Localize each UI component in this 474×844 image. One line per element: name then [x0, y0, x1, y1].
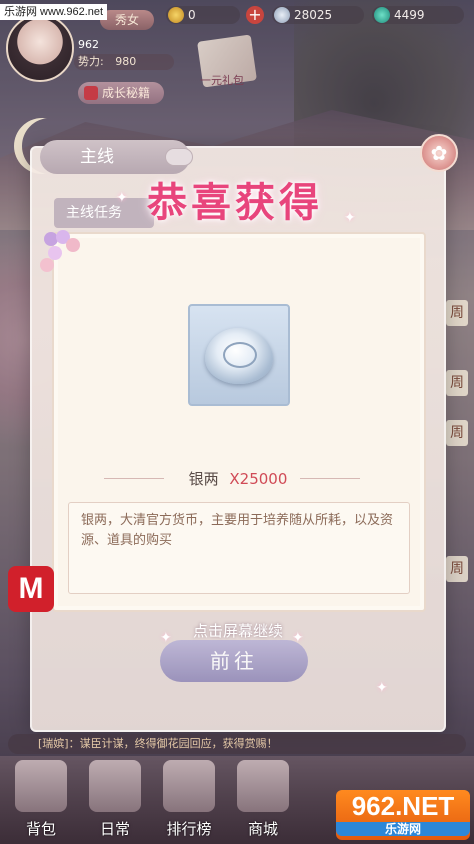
bag-icon — [15, 760, 67, 812]
tab-toggle[interactable] — [165, 148, 193, 166]
watermark-main: 962.NET — [351, 791, 455, 821]
nav-label: 日常 — [99, 820, 130, 838]
nav-label: 背包 — [25, 820, 56, 838]
growth-guide-label: 成长秘籍 — [102, 86, 151, 100]
power-value: 980 — [115, 55, 137, 68]
continue-hint[interactable]: 点击屏幕继续 — [150, 620, 326, 641]
shop-icon — [237, 760, 289, 812]
gold-coin-icon — [168, 7, 184, 23]
side-tag[interactable]: 周 — [446, 420, 468, 446]
news-ticker: [瑞嫔]：谋臣计谋，终得御花园回应，获得赏赐！ — [8, 734, 466, 754]
sparkle-icon: ✦ — [376, 680, 388, 696]
silver-ingot-icon — [205, 328, 273, 384]
growth-guide-button[interactable]: 成长秘籍 — [78, 82, 164, 104]
power-bar: 势力: 980 — [74, 54, 174, 70]
close-icon: ✿ — [430, 141, 448, 165]
watermark-sub: 乐游网 — [336, 822, 470, 836]
jade-icon — [374, 7, 390, 23]
scroll-icon — [89, 760, 141, 812]
close-button[interactable]: ✿ — [420, 134, 458, 172]
go-button[interactable]: 前往 — [160, 640, 308, 682]
reward-title: 恭喜获得 — [147, 179, 323, 226]
side-tag[interactable]: 周 — [446, 300, 468, 326]
item-slot — [188, 304, 290, 406]
growth-guide-icon — [84, 86, 98, 100]
player-id: 962 — [78, 38, 99, 51]
gold-counter: 0 — [166, 6, 240, 24]
nav-label: 排行榜 — [166, 820, 212, 838]
nav-shop[interactable]: 商城 — [228, 760, 298, 840]
ranking-icon — [163, 760, 215, 812]
jade-value: 4499 — [394, 8, 425, 22]
add-gold-button[interactable]: + — [246, 6, 264, 24]
side-tag[interactable]: 周 — [446, 370, 468, 396]
gold-value: 0 — [188, 8, 196, 22]
m-logo-icon: M — [8, 566, 54, 612]
silver-value: 28025 — [294, 8, 333, 22]
gift-pack-label: 一元礼包 — [200, 74, 244, 87]
item-quantity: X25000 — [229, 470, 288, 488]
side-tag[interactable]: 周 — [446, 556, 468, 582]
silver-counter: 28025 — [272, 6, 364, 24]
watermark-top-left: 乐游网 www.962.net — [0, 4, 108, 20]
watermark-bottom-right: 962.NET 乐游网 — [336, 790, 470, 840]
rank-badge: 秀女 — [100, 10, 154, 30]
item-name: 银两 — [188, 470, 219, 488]
flower-decoration-icon — [40, 230, 86, 272]
nav-label: 商城 — [247, 820, 278, 838]
sparkle-icon: ✦ — [116, 190, 128, 206]
nav-ranking[interactable]: 排行榜 — [154, 760, 224, 840]
sparkle-icon: ✦ — [344, 210, 356, 226]
jade-counter: 4499 — [372, 6, 464, 24]
silver-coin-icon — [274, 7, 290, 23]
nav-daily[interactable]: 日常 — [80, 760, 150, 840]
item-description: 银两，大清官方货币，主要用于培养随从所耗，以及资源、道具的购买 — [68, 502, 410, 594]
nav-bag[interactable]: 背包 — [6, 760, 76, 840]
player-avatar[interactable] — [6, 14, 74, 82]
power-label: 势力: — [78, 55, 104, 68]
item-name-line: 银两 X25000 — [60, 468, 416, 489]
